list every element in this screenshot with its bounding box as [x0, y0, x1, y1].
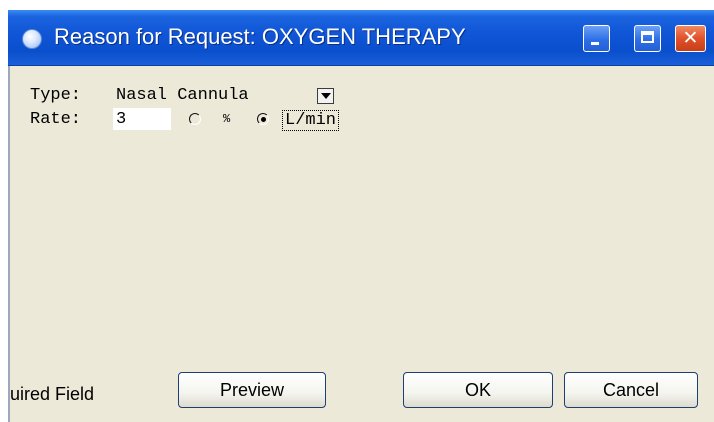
- close-icon: ✕: [682, 27, 699, 49]
- required-field-note: uired Field: [10, 384, 95, 404]
- lmin-radio-label[interactable]: L/min: [282, 110, 340, 131]
- maximize-button[interactable]: [634, 25, 661, 52]
- minimize-icon: [591, 42, 599, 45]
- percent-radio-label: %: [223, 112, 231, 126]
- radio-selected-dot: [261, 117, 266, 122]
- rate-input[interactable]: [113, 108, 171, 130]
- form-area: Type: Nasal Cannula Rate: % L/min: [8, 66, 714, 364]
- dialog-window: Reason for Request: OXYGEN THERAPY ✕ Typ…: [8, 10, 714, 422]
- rate-label: Rate:: [30, 110, 82, 129]
- lmin-radio[interactable]: [257, 113, 269, 125]
- percent-radio[interactable]: [189, 113, 201, 125]
- preview-button[interactable]: Preview: [178, 372, 326, 408]
- dialog-footer: uired Field Preview OK Cancel: [8, 364, 714, 422]
- ok-button[interactable]: OK: [403, 372, 553, 408]
- app-icon: [22, 29, 42, 49]
- maximize-icon: [641, 31, 654, 43]
- title-bar[interactable]: Reason for Request: OXYGEN THERAPY ✕: [8, 10, 714, 66]
- chevron-down-icon: [321, 93, 331, 99]
- cancel-button[interactable]: Cancel: [564, 372, 698, 408]
- type-dropdown-button[interactable]: [317, 88, 334, 104]
- type-select-value[interactable]: Nasal Cannula: [116, 86, 249, 105]
- close-button[interactable]: ✕: [675, 25, 706, 52]
- window-title: Reason for Request: OXYGEN THERAPY: [54, 24, 466, 49]
- type-label: Type:: [30, 86, 82, 105]
- minimize-button[interactable]: [583, 25, 610, 52]
